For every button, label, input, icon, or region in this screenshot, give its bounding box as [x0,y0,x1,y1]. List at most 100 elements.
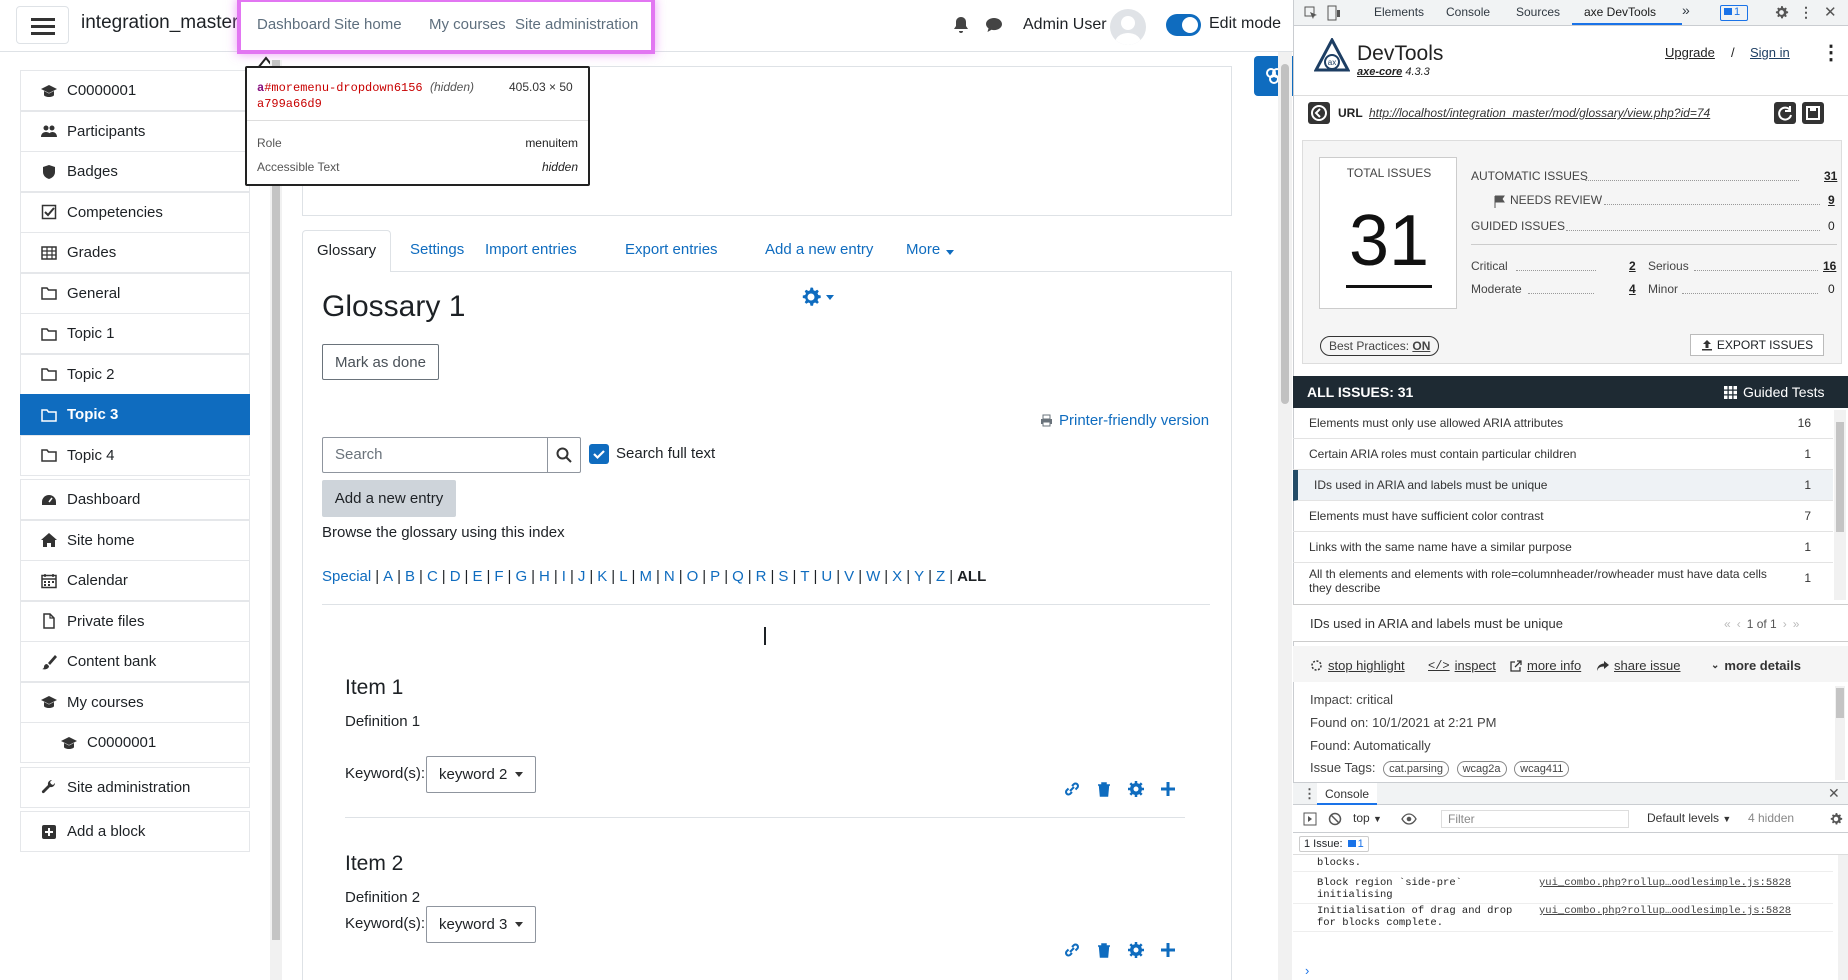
console-drawer-tab[interactable]: Console [1317,783,1378,805]
index-letter-link[interactable]: Special [322,568,371,585]
keyword-select[interactable]: keyword 3 [426,906,536,943]
tab-more[interactable]: More [892,230,964,273]
course-index-item[interactable]: Site home [20,519,250,561]
nav-my-courses[interactable]: My courses [429,16,506,33]
index-letter-link[interactable]: J [578,568,586,585]
gear-icon[interactable] [1127,780,1145,798]
automatic-issues-count[interactable]: 31 [1824,169,1837,183]
hamburger-menu-button[interactable] [16,6,69,44]
tab-add-new-entry[interactable]: Add a new entry [751,230,887,273]
last-page-icon[interactable]: » [1793,617,1800,631]
site-name[interactable]: integration_master [81,12,238,34]
issue-row[interactable]: Elements must only use allowed ARIA attr… [1293,408,1833,439]
save-button[interactable] [1802,102,1824,124]
course-index-item[interactable]: Badges [20,151,250,192]
axe-menu-icon[interactable]: ⋮ [1821,40,1841,65]
more-info-button[interactable]: more info [1510,658,1581,673]
keyword-select[interactable]: keyword 2 [426,756,536,793]
tab-glossary[interactable]: Glossary [302,230,392,273]
index-letter-link[interactable]: K [597,568,607,585]
index-letter-link[interactable]: Q [732,568,744,585]
best-practices-toggle[interactable]: Best Practices: ON [1320,336,1440,356]
course-index-item[interactable]: Content bank [20,641,250,682]
tab-settings[interactable]: Settings [396,230,478,273]
index-letter-link[interactable]: C [427,568,438,585]
index-letter-link[interactable]: P [710,568,720,585]
eye-icon[interactable] [1401,813,1417,825]
issue-row[interactable]: Links with the same name have a similar … [1293,532,1833,563]
critical-count[interactable]: 2 [1629,259,1636,273]
index-letter-link[interactable]: U [821,568,832,585]
gear-icon[interactable] [1127,941,1145,959]
upgrade-link[interactable]: Upgrade [1665,45,1715,60]
close-icon[interactable]: ✕ [1824,3,1837,21]
sign-in-link[interactable]: Sign in [1750,45,1790,60]
link-icon[interactable] [1063,941,1081,959]
console-settings-icon[interactable] [1829,812,1843,826]
issue-row[interactable]: IDs used in ARIA and labels must be uniq… [1293,470,1833,501]
index-letter-link[interactable]: H [539,568,550,585]
index-letter-link[interactable]: Y [914,568,924,585]
stop-highlight-button[interactable]: stop highlight [1310,658,1405,673]
chat-icon[interactable] [985,17,1003,33]
nav-site-administration[interactable]: Site administration [515,16,638,33]
course-index-item[interactable]: My courses [20,681,250,723]
course-index-item[interactable]: Calendar [20,560,250,601]
index-letter-link[interactable]: O [687,568,699,585]
index-letter-link[interactable]: B [405,568,415,585]
add-new-entry-button[interactable]: Add a new entry [322,480,456,517]
prev-page-icon[interactable]: ‹ [1737,617,1741,631]
needs-review-count[interactable]: 9 [1828,193,1835,207]
tab-export-entries[interactable]: Export entries [611,230,732,273]
course-index-item[interactable]: Topic 3 [20,394,250,435]
settings-gear-icon[interactable] [1774,5,1789,20]
next-page-icon[interactable]: › [1783,617,1787,631]
share-issue-button[interactable]: share issue [1596,658,1680,673]
tab-import-entries[interactable]: Import entries [471,230,591,273]
inspect-element-icon[interactable] [1304,6,1318,20]
issue-row[interactable]: Certain ARIA roles must contain particul… [1293,439,1833,470]
course-index-scrollbar[interactable] [270,60,282,980]
log-levels-dropdown[interactable]: Default levels ▼ [1647,811,1731,825]
axe-core-link[interactable]: axe-core [1357,66,1402,78]
nav-site-home[interactable]: Site home [334,16,402,33]
index-letter-link[interactable]: N [664,568,675,585]
course-index-item[interactable]: Competencies [20,191,250,233]
index-letter-link[interactable]: Z [936,568,945,585]
issues-scrollbar[interactable] [1834,410,1846,600]
index-letter-link[interactable]: G [515,568,527,585]
index-letter-link[interactable]: T [800,568,809,585]
export-issues-button[interactable]: EXPORT ISSUES [1690,334,1824,356]
issue-row[interactable]: Elements must have sufficient color cont… [1293,501,1833,532]
course-index-item[interactable]: Topic 4 [20,434,250,476]
details-scrollbar[interactable] [1835,686,1845,780]
tab-sources[interactable]: Sources [1516,5,1560,19]
course-index-item[interactable]: Topic 1 [20,313,250,354]
main-scrollbar[interactable] [1278,52,1292,980]
console-issue-badge[interactable]: 1 Issue: 1 [1299,836,1369,852]
course-index-item[interactable]: Private files [20,600,250,642]
tab-axe-devtools[interactable]: axe DevTools [1584,5,1656,19]
index-letter-link[interactable]: V [844,568,854,585]
index-letter-link[interactable]: F [494,568,503,585]
rescan-button[interactable] [1774,102,1796,124]
console-scrollbar[interactable] [1838,855,1848,980]
course-index-item[interactable]: General [20,272,250,314]
index-letter-link[interactable]: M [639,568,652,585]
search-button[interactable] [547,437,581,473]
course-index-item[interactable]: C0000001 [20,722,250,763]
back-button[interactable] [1308,102,1330,124]
trash-icon[interactable] [1095,941,1113,959]
index-letter-link[interactable]: I [562,568,566,585]
tab-console[interactable]: Console [1446,5,1490,19]
course-index-item[interactable]: Grades [20,232,250,273]
moderate-count[interactable]: 4 [1629,282,1636,296]
plus-icon[interactable] [1159,941,1177,959]
kebab-menu-icon[interactable]: ⋮ [1799,4,1813,21]
console-source-link[interactable]: yui_combo.php?rollup…oodlesimple.js:5828 [1539,877,1791,889]
sidebar-toggle-icon[interactable] [1303,812,1317,826]
first-page-icon[interactable]: « [1724,617,1731,631]
index-letter-link[interactable]: L [619,568,627,585]
bell-icon[interactable] [953,16,969,34]
course-index-item[interactable]: Topic 2 [20,353,250,395]
